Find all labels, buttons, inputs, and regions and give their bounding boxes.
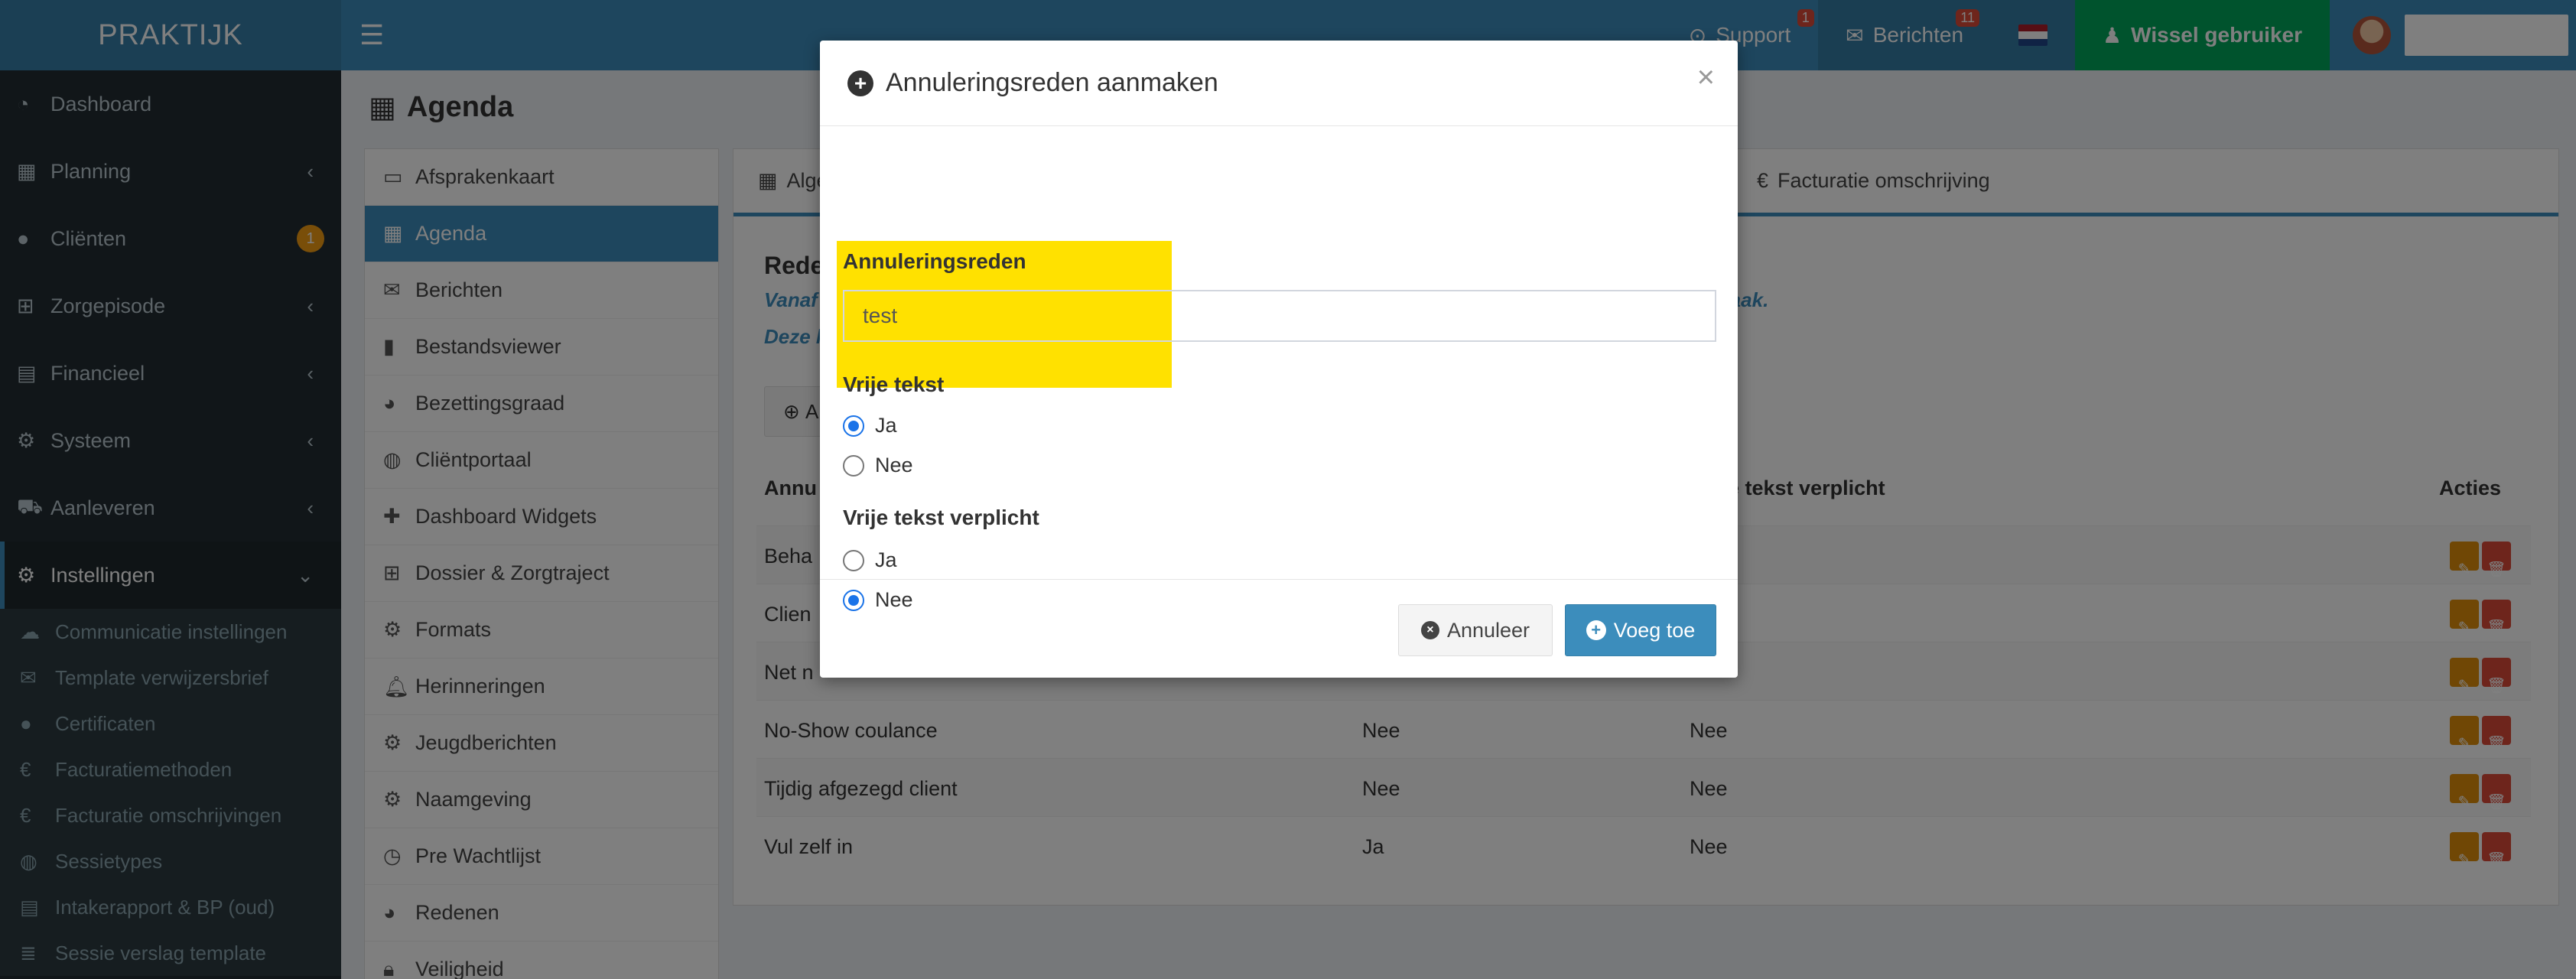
- cancel-button[interactable]: × Annuleer: [1398, 604, 1553, 656]
- verplicht-ja-radio[interactable]: Ja: [843, 548, 897, 572]
- modal-title: Annuleringsreden aanmaken: [886, 68, 1218, 97]
- radio-label: Nee: [875, 454, 913, 476]
- vrije-tekst-label: Vrije tekst: [843, 372, 945, 396]
- vrije-tekst-verplicht-label: Vrije tekst verplicht: [843, 506, 1039, 529]
- create-cancellation-reason-modal: + Annuleringsreden aanmaken × Annulering…: [820, 41, 1738, 678]
- times-circle-icon: ×: [1420, 621, 1439, 639]
- cancel-label: Annuleer: [1446, 618, 1530, 642]
- close-icon[interactable]: ×: [1697, 60, 1715, 95]
- radio-label: Ja: [875, 414, 897, 437]
- add-label: Voeg toe: [1613, 618, 1696, 642]
- radio-label: Ja: [875, 548, 897, 571]
- plus-circle-icon: +: [1586, 620, 1606, 640]
- radio-empty-icon: [843, 454, 864, 476]
- add-button[interactable]: + Voeg toe: [1565, 604, 1716, 656]
- annuleringsreden-label: Annuleringsreden: [843, 249, 1026, 273]
- vrije-tekst-ja-radio[interactable]: Ja: [843, 414, 897, 437]
- radio-selected-icon: [843, 415, 864, 437]
- vrije-tekst-nee-radio[interactable]: Nee: [843, 454, 913, 477]
- radio-empty-icon: [843, 549, 864, 571]
- annuleringsreden-input[interactable]: [843, 290, 1716, 342]
- plus-circle-icon: +: [847, 70, 873, 96]
- modal-footer: × Annuleer + Voeg toe: [820, 579, 1738, 678]
- modal-header: + Annuleringsreden aanmaken ×: [820, 41, 1738, 126]
